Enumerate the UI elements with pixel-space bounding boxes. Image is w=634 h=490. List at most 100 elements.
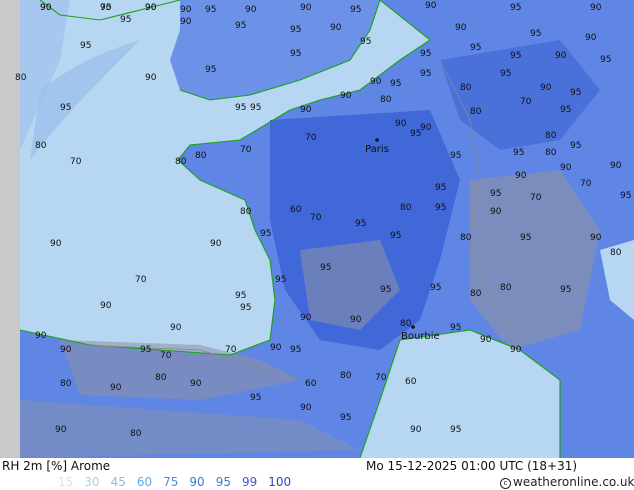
contour-label: 80	[470, 289, 482, 299]
contour-label: 70	[225, 345, 237, 355]
contour-label: 95	[435, 203, 446, 213]
contour-label: 80	[195, 151, 207, 161]
contour-label: 90	[340, 91, 352, 101]
contour-label: 80	[500, 283, 512, 293]
contour-label: 80	[460, 83, 472, 93]
contour-label: 70	[100, 3, 112, 13]
contour-label: 80	[400, 319, 412, 329]
contour-label: 95	[250, 103, 261, 113]
contour-label: 90	[560, 163, 572, 173]
contour-label: 80	[35, 141, 47, 151]
contour-label: 90	[490, 207, 502, 217]
contour-label: 90	[300, 313, 312, 323]
contour-label: 90	[145, 73, 157, 83]
contour-label: 80	[460, 233, 472, 243]
credit-text: weatheronline.co.uk	[513, 475, 634, 489]
contour-label: 70	[135, 275, 147, 285]
contour-label: 95	[205, 65, 216, 75]
contour-label: 90	[170, 323, 182, 333]
contour-label: 90	[350, 315, 362, 325]
contour-label: 70	[70, 157, 82, 167]
contour-label: 90	[40, 3, 52, 13]
contour-label: 95	[570, 88, 581, 98]
legend-value: 95	[215, 475, 231, 489]
contour-label: 90	[370, 77, 382, 87]
contour-label: 95	[390, 231, 401, 241]
contour-label: 95	[450, 151, 461, 161]
city-name: Paris	[365, 144, 389, 155]
contour-label: 95	[600, 55, 611, 65]
contour-label: 90	[180, 5, 192, 15]
contour-label: 90	[510, 345, 522, 355]
legend-value: 45	[110, 475, 126, 489]
contour-label: 80	[175, 157, 187, 167]
contour-label: 95	[435, 183, 446, 193]
contour-label: 80	[400, 203, 412, 213]
contour-label: 95	[560, 285, 571, 295]
contour-label: 90	[145, 3, 157, 13]
contour-label: 95	[355, 219, 366, 229]
legend-value: 15	[58, 475, 74, 489]
contour-label: 60	[305, 379, 317, 389]
contour-label: 90	[300, 3, 312, 13]
contour-label: 90	[610, 161, 622, 171]
left-frame	[0, 0, 20, 458]
contour-label: 80	[545, 131, 557, 141]
contour-label: 95	[420, 69, 431, 79]
map-title: RH 2m [%] Arome	[2, 459, 111, 473]
contour-label: 95	[360, 37, 371, 47]
contour-label: 90	[180, 17, 192, 27]
contour-label: 70	[530, 193, 542, 203]
contour-label: 90	[585, 33, 597, 43]
contour-label: 95	[290, 25, 301, 35]
contour-label: 95	[260, 229, 271, 239]
contour-label: 90	[590, 3, 602, 13]
rh-map: 90 95 90 90 95 90 90 95 90 95 90 95 90 95 95 90 90 95 90 95…	[0, 0, 634, 458]
contour-label: 90	[190, 379, 202, 389]
contour-label: 95	[235, 103, 246, 113]
contour-label: 95	[235, 291, 246, 301]
contour-label: 70	[520, 97, 532, 107]
contour-label: 90	[455, 23, 467, 33]
contour-label: 95	[140, 345, 151, 355]
contour-label: 80	[130, 429, 142, 439]
contour-label: 95	[390, 79, 401, 89]
contour-label: 80	[545, 148, 557, 158]
contour-label: 90	[50, 239, 62, 249]
contour-label: 95	[510, 51, 521, 61]
color-legend: 15 30 45 60 75 90 95 99 100	[58, 475, 302, 489]
contour-label: 70	[580, 179, 592, 189]
contour-label: 90	[55, 425, 67, 435]
contour-label: 90	[425, 1, 437, 11]
contour-label: 90	[555, 51, 567, 61]
contour-label: 90	[100, 301, 112, 311]
city-name: Bourbie	[401, 331, 440, 342]
contour-label: 90	[410, 425, 422, 435]
contour-label: 95	[350, 5, 361, 15]
contour-label: 95	[450, 323, 461, 333]
contour-label: 90	[300, 403, 312, 413]
contour-label: 90	[60, 345, 72, 355]
contour-label: 95	[60, 103, 71, 113]
site-credit[interactable]: c weatheronline.co.uk	[500, 475, 634, 489]
contour-label: 95	[510, 3, 521, 13]
contour-label: 70	[240, 145, 252, 155]
contour-label: 95	[275, 275, 286, 285]
contour-label: 70	[305, 133, 317, 143]
contour-label: 95	[560, 105, 571, 115]
contour-label: 95	[620, 191, 631, 201]
bottom-bar: RH 2m [%] Arome Mo 15-12-2025 01:00 UTC …	[0, 458, 634, 490]
contour-label: 95	[250, 393, 261, 403]
contour-label: 90	[540, 83, 552, 93]
legend-value: 100	[268, 475, 292, 489]
contour-label: 95	[530, 29, 541, 39]
legend-value: 99	[241, 475, 258, 489]
contour-label: 80	[340, 371, 352, 381]
legend-value: 75	[163, 475, 179, 489]
contour-label: 80	[610, 248, 622, 258]
contour-label: 80	[240, 207, 252, 217]
contour-label: 90	[210, 239, 222, 249]
contour-label: 95	[80, 41, 91, 51]
contour-label: 95	[490, 189, 501, 199]
contour-label: 90	[300, 105, 312, 115]
